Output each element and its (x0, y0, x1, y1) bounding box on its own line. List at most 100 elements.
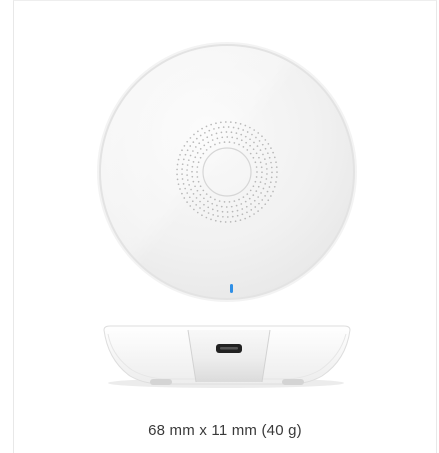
coil-dot (184, 153, 187, 156)
product-dimensions-caption: 68 mm x 11 mm (40 g) (148, 422, 302, 439)
coil-dot (245, 205, 248, 208)
coil-dot (186, 201, 188, 203)
coil-dot (229, 121, 232, 123)
coil-dot (264, 147, 267, 150)
coil-dot (252, 156, 255, 159)
coil-dot (244, 200, 247, 203)
coil-dot (226, 136, 229, 138)
coil-dot (213, 128, 215, 130)
coil-dot (252, 185, 255, 188)
coil-dot (216, 137, 219, 140)
coil-dot (260, 176, 263, 179)
coil-dot (190, 188, 192, 191)
coil-dot (202, 152, 205, 155)
coil-dot (264, 139, 267, 141)
coil-dot (259, 149, 262, 151)
coil-dot (264, 158, 266, 160)
coil-dot (224, 121, 227, 123)
coil-dot (235, 132, 238, 134)
coil-dot (183, 197, 186, 199)
coil-dot (210, 123, 212, 126)
coil-dot (245, 141, 247, 144)
coil-dot (235, 204, 238, 207)
coil-dot (252, 194, 255, 196)
coil-dot (195, 203, 198, 206)
coil-dot (249, 189, 252, 192)
coil-dot (257, 132, 260, 134)
coil-dot (214, 198, 216, 201)
coil-dot (276, 171, 278, 173)
coil-dot (202, 139, 204, 141)
coil-dot (249, 126, 251, 129)
coil-dot (231, 215, 234, 218)
coil-dot (222, 215, 224, 218)
coil-dot (212, 213, 215, 216)
coil-dot (182, 183, 185, 185)
coil-dot (261, 143, 264, 146)
coil-dot (220, 131, 223, 134)
coil-dot (261, 135, 263, 138)
coil-dot (179, 153, 181, 156)
coil-dot (259, 181, 262, 183)
coil-dot (265, 178, 268, 180)
coil-dot (223, 201, 226, 203)
coil-dot (273, 156, 276, 159)
coil-dot (252, 148, 255, 151)
coil-dot (214, 219, 217, 222)
coil-dot (207, 206, 210, 209)
coil-dot (186, 174, 188, 176)
coil-dot (176, 173, 178, 176)
coil-dot (207, 200, 209, 203)
coil-dot (248, 197, 251, 200)
coil-dot (210, 218, 212, 221)
coil-dot (182, 158, 185, 161)
coil-dot (199, 148, 202, 150)
coil-dot (218, 142, 221, 144)
coil-dot (229, 221, 232, 223)
coil-dot (181, 178, 184, 180)
coil-dot (249, 144, 251, 147)
coil-dot (225, 131, 228, 133)
coil-dot (266, 173, 268, 175)
coil-dot (199, 193, 202, 196)
coil-dot (257, 210, 259, 212)
coil-dot (255, 152, 258, 155)
coil-dot (216, 210, 219, 212)
coil-dot (222, 126, 225, 128)
coil-dot (206, 136, 209, 139)
coil-dot (264, 203, 267, 206)
coil-dot (191, 175, 194, 178)
coil-dot (189, 154, 192, 157)
coil-dot (211, 208, 214, 211)
coil-dot (253, 199, 256, 202)
coil-dot (198, 142, 201, 145)
coil-dot (203, 197, 205, 200)
coil-dot (217, 215, 219, 217)
coil-dot (221, 136, 224, 139)
coil-dot (253, 141, 255, 144)
coil-dot (259, 161, 262, 164)
coil-dot (275, 176, 278, 178)
coil-dot (183, 145, 186, 147)
coil-dot (191, 170, 193, 173)
coil-dot (230, 131, 233, 134)
coil-dot (181, 149, 183, 152)
coil-dot (253, 213, 255, 215)
coil-dot (262, 153, 264, 156)
coil-dot (242, 146, 245, 148)
coil-dot (203, 203, 205, 206)
coil-dot (241, 208, 244, 210)
coil-dot (192, 180, 195, 183)
coil-dot (209, 146, 212, 148)
coil-dot (240, 203, 243, 205)
coil-dot (275, 161, 277, 164)
coil-dot (244, 124, 247, 127)
coil-dot (214, 143, 216, 146)
coil-dot (251, 133, 253, 136)
coil-dot (239, 219, 242, 221)
coil-dot (196, 166, 199, 168)
coil-dot (227, 126, 230, 128)
coil-dot (195, 137, 198, 140)
coil-dot (194, 185, 196, 188)
coil-dot (192, 161, 195, 163)
